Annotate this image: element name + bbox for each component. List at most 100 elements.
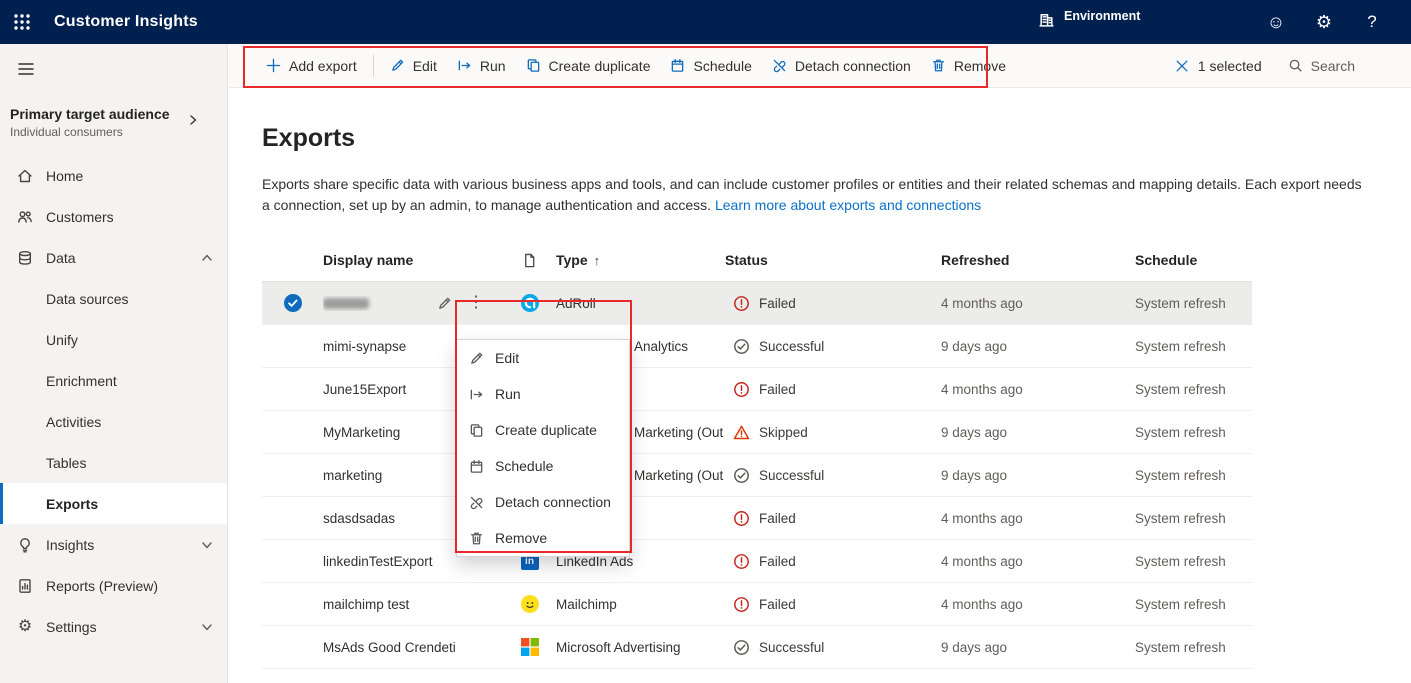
sidebar-item-activities[interactable]: Activities [0,401,227,442]
refreshed-cell: 4 months ago [941,295,1023,311]
table-row[interactable]: mailchimp test Mailchimp Failed 4 months… [262,583,1252,626]
status-text: Successful [759,338,825,354]
command-bar-right: 1 selected Search [1175,58,1393,74]
home-icon [17,168,33,184]
learn-more-link[interactable]: Learn more about exports and connections [715,197,981,213]
status-skipped-icon [733,424,750,441]
page-content: Exports Exports share specific data with… [229,124,1411,669]
status-failed-icon [733,295,750,312]
row-context-menu: Edit Run Create duplicate Schedule Detac… [456,339,630,557]
file-icon [511,253,548,268]
sidebar: Primary target audience Individual consu… [0,44,228,683]
status-text: Skipped [759,424,808,440]
table-row[interactable]: marketing Marketing (Out Successful 9 da… [262,454,1252,497]
table-row[interactable]: sdasdsadas Failed 4 months ago System re… [262,497,1252,540]
status-failed-icon [733,596,750,613]
header-refreshed[interactable]: Refreshed [941,252,1135,268]
table-row[interactable]: MyMarketing Marketing (Out Skipped 9 day… [262,411,1252,454]
schedule-cell: System refresh [1135,510,1226,526]
help-icon[interactable]: ? [1355,5,1389,39]
sidebar-item-home[interactable]: Home [0,155,227,196]
context-menu-edit[interactable]: Edit [457,340,629,376]
header-status[interactable]: Status [725,252,941,268]
row-more-options-icon[interactable]: ⋮ [464,293,488,313]
environment-icon [1038,11,1055,28]
sidebar-item-reports-preview[interactable]: Reports (Preview) [0,565,227,606]
app-launcher-waffle-icon[interactable] [0,0,44,44]
detach-icon [469,495,484,510]
gear-icon: ⚙ [17,617,33,635]
sidebar-item-unify[interactable]: Unify [0,319,227,360]
run-icon [457,58,472,73]
sidebar-item-settings[interactable]: ⚙ Settings [0,606,227,647]
command-bar: Add export Edit Run Create duplicate Sch… [229,44,1411,88]
environment-picker[interactable]: Environment [1038,0,1140,44]
sidebar-item-tables[interactable]: Tables [0,442,227,483]
page-title: Exports [262,124,356,152]
refreshed-cell: 4 months ago [941,553,1023,569]
header-type[interactable]: Type ↑ [548,252,725,268]
audience-title: Primary target audience [10,106,170,122]
clear-selection-button[interactable]: 1 selected [1175,58,1262,74]
page-description: Exports share specific data with various… [262,176,1362,213]
report-icon [17,578,33,594]
topbar-actions: ☺ ⚙ ? [1259,5,1411,39]
context-menu-detach-connection[interactable]: Detach connection [457,484,629,520]
table-row[interactable]: ⋮ AdRoll Failed 4 months ago System refr… [262,282,1252,325]
calendar-icon [469,459,484,474]
search-input[interactable]: Search [1288,58,1355,74]
sidebar-item-data[interactable]: Data [0,237,227,278]
chevron-down-icon [201,621,213,633]
header-display-name[interactable]: Display name [323,252,456,268]
schedule-button[interactable]: Schedule [660,49,761,83]
table-header-row: Display name Type ↑ Status Refreshed Sch… [262,239,1252,282]
status-text: Failed [759,295,796,311]
schedule-cell: System refresh [1135,381,1226,397]
sidebar-item-insights[interactable]: Insights [0,524,227,565]
copy-icon [469,423,484,438]
status-text: Failed [759,510,796,526]
table-row[interactable]: linkedinTestExport in LinkedIn Ads Faile… [262,540,1252,583]
row-checkbox-checked[interactable] [283,294,302,312]
header-schedule[interactable]: Schedule [1135,252,1252,268]
sidebar-item-data-sources[interactable]: Data sources [0,278,227,319]
audience-subtitle: Individual consumers [10,125,123,139]
search-placeholder: Search [1310,57,1355,74]
remove-button[interactable]: Remove [921,49,1016,83]
sidebar-item-exports[interactable]: Exports [0,483,227,524]
status-text: Successful [759,639,825,655]
command-divider [372,54,374,77]
context-menu-remove[interactable]: Remove [457,520,629,556]
status-failed-icon [733,381,750,398]
copy-icon [526,58,541,73]
dismiss-x-icon [1175,59,1189,73]
settings-gear-icon[interactable]: ⚙ [1307,5,1341,39]
sidebar-item-customers[interactable]: Customers [0,196,227,237]
calendar-icon [670,58,685,73]
rename-pencil-icon[interactable] [437,296,452,311]
audience-picker[interactable]: Primary target audience Individual consu… [10,106,217,139]
table-row[interactable]: mimi-synapse Analytics Successful 9 days… [262,325,1252,368]
sidebar-nav: Home Customers Data Data sources Unify E… [0,155,227,647]
microsoft-icon [520,638,539,656]
context-menu-create-duplicate[interactable]: Create duplicate [457,412,629,448]
add-icon [266,58,281,73]
feedback-smiley-icon[interactable]: ☺ [1259,5,1293,39]
edit-button[interactable]: Edit [380,49,447,83]
sidebar-collapse-hamburger-icon[interactable] [16,58,38,80]
context-menu-run[interactable]: Run [457,376,629,412]
table-row[interactable]: MsAds Good Crendetial... Microsoft Adver… [262,626,1252,669]
add-export-button[interactable]: Add export [256,49,367,83]
context-menu-schedule[interactable]: Schedule [457,448,629,484]
database-icon [17,250,33,266]
sidebar-item-enrichment[interactable]: Enrichment [0,360,227,401]
create-duplicate-button[interactable]: Create duplicate [516,49,661,83]
refreshed-cell: 4 months ago [941,596,1023,612]
detach-connection-button[interactable]: Detach connection [762,49,921,83]
run-button[interactable]: Run [447,49,516,83]
edit-pencil-icon [390,58,405,73]
chevron-up-icon [201,252,213,264]
app-title: Customer Insights [54,13,198,30]
trash-icon [469,531,484,546]
table-row[interactable]: June15Export Failed 4 months ago System … [262,368,1252,411]
